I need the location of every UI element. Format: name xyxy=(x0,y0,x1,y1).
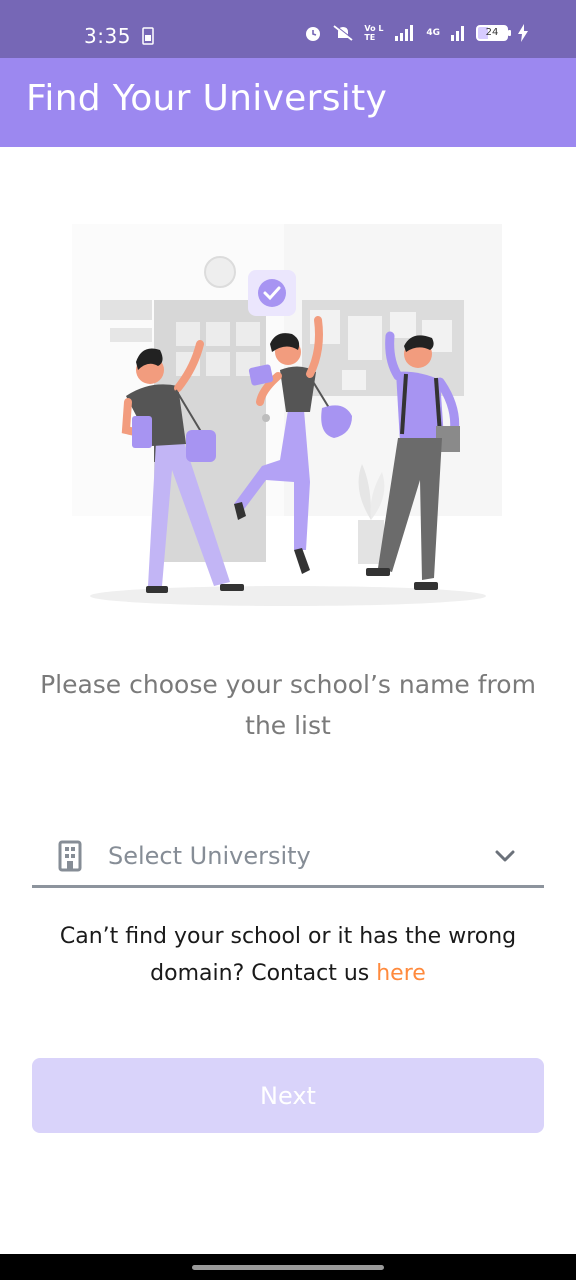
status-time: 3:35 xyxy=(84,24,131,48)
volte-label: Vo LTE xyxy=(364,24,384,42)
signal-icon xyxy=(395,25,414,41)
navigation-bar xyxy=(0,1254,576,1280)
battery-level: 24 xyxy=(485,27,499,38)
students-illustration xyxy=(72,224,502,606)
status-bar: 3:35 Vo LTE 4G 24 xyxy=(0,0,576,58)
find-university-screen: 3:35 Vo LTE 4G 24 Find Your University P… xyxy=(0,0,576,1280)
app-bar: Find Your University xyxy=(0,58,576,147)
alarm-icon xyxy=(306,27,321,41)
battery-icon: 24 xyxy=(476,25,511,41)
contact-us-link[interactable]: here xyxy=(376,961,426,986)
home-gesture-handle[interactable] xyxy=(192,1265,384,1270)
sim-card-icon xyxy=(142,27,154,45)
signal-icon-2 xyxy=(451,26,464,41)
building-icon xyxy=(58,840,82,871)
chevron-down-icon xyxy=(495,850,515,861)
university-select[interactable]: Select University xyxy=(32,826,544,888)
instruction-text: Please choose your school’s name from th… xyxy=(40,670,536,740)
help-message: Can’t find your school or it has the wro… xyxy=(59,924,517,986)
page-title: Find Your University xyxy=(26,78,388,119)
select-placeholder: Select University xyxy=(108,841,311,870)
mute-icon xyxy=(333,24,354,41)
next-button[interactable]: Next xyxy=(32,1058,544,1133)
charging-icon xyxy=(518,24,528,42)
network-label: 4G xyxy=(426,28,440,38)
status-icons: Vo LTE 4G 24 xyxy=(304,24,528,42)
help-text: Can’t find your school or it has the wro… xyxy=(20,918,556,992)
